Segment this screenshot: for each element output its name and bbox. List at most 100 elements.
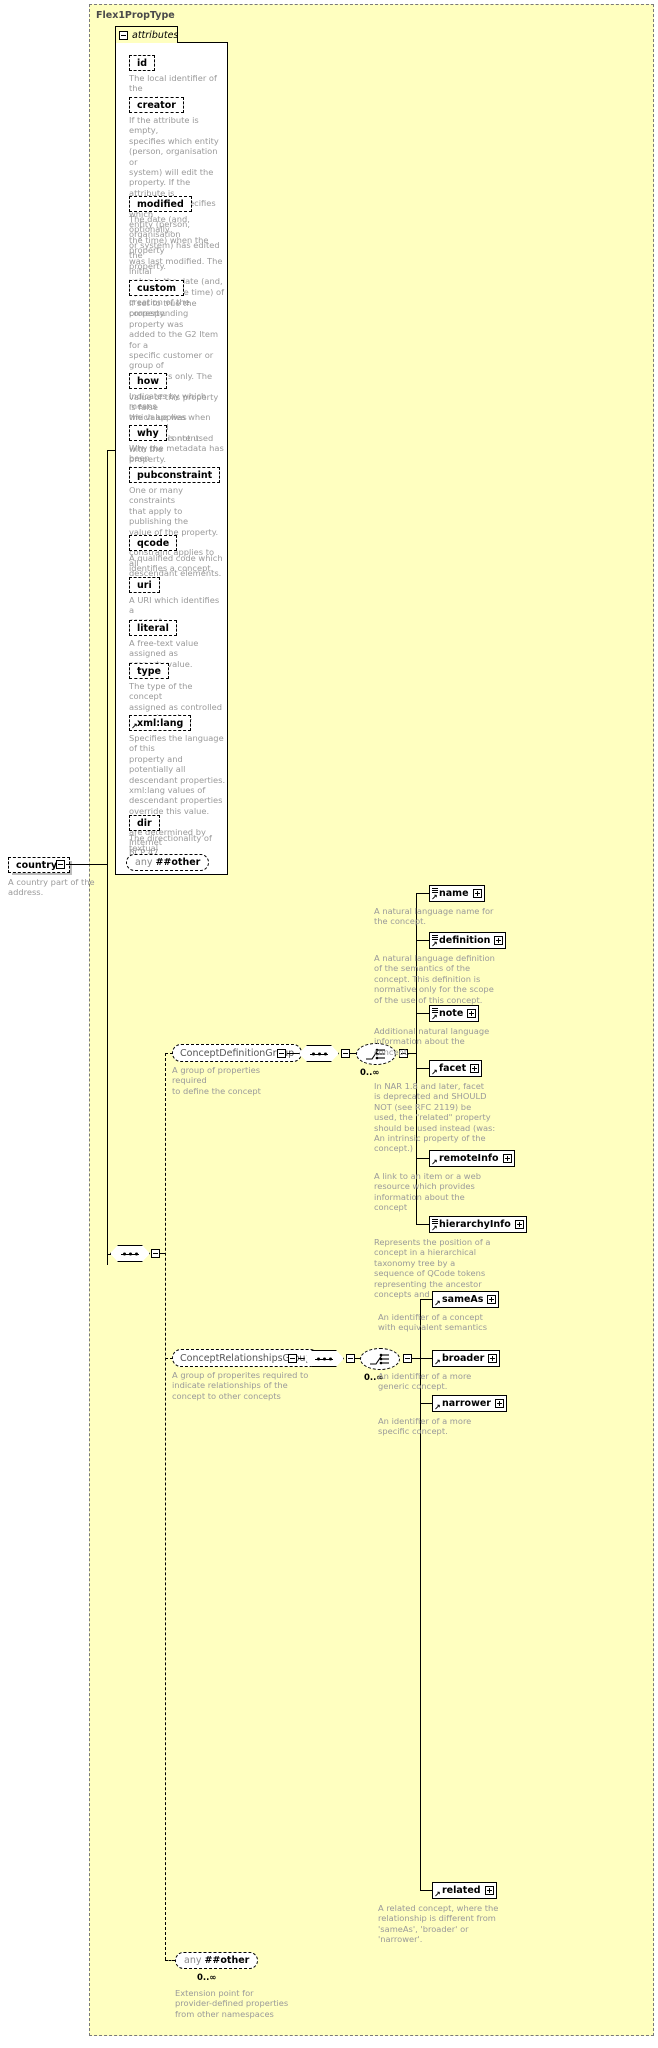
group2-sequence-connector[interactable] bbox=[304, 1350, 344, 1367]
branch-to-definition bbox=[416, 940, 429, 941]
expand-hierarchyinfo-icon[interactable] bbox=[514, 1220, 524, 1229]
dashed-group-spine bbox=[165, 1053, 166, 1960]
attribute-type[interactable]: type bbox=[129, 663, 171, 681]
attribute-label: uri bbox=[137, 579, 152, 591]
element-definition[interactable]: ↗ definition bbox=[429, 932, 510, 952]
element-label: narrower bbox=[442, 1398, 491, 1409]
sequence-stripes-icon bbox=[431, 887, 438, 893]
collapse-group2-choice-icon[interactable] bbox=[403, 1354, 412, 1363]
collapse-group2-sequence-icon[interactable] bbox=[346, 1354, 355, 1363]
expand-facet-icon[interactable] bbox=[470, 1064, 480, 1073]
attribute-id[interactable]: id bbox=[129, 55, 158, 73]
collapse-concept-relationships-group-icon[interactable] bbox=[288, 1354, 297, 1363]
attribute-label: dir bbox=[137, 817, 152, 829]
attributes-tab[interactable]: attributes bbox=[115, 26, 178, 43]
element-label: name bbox=[439, 888, 469, 899]
connector-group1-to-sequence bbox=[287, 1053, 299, 1054]
attribute-custom[interactable]: custom bbox=[129, 280, 187, 298]
element-label: remoteInfo bbox=[439, 1153, 499, 1164]
expand-remoteinfo-icon[interactable] bbox=[502, 1154, 512, 1163]
group1-cardinality-label: 0..∞ bbox=[360, 1068, 380, 1078]
connector-spine-to-root-sequence bbox=[107, 1254, 111, 1255]
connector-country-to-spine bbox=[66, 864, 107, 865]
element-narrower-description: An identifier of a more specific concept… bbox=[378, 1416, 472, 1437]
sequence-dot bbox=[312, 1052, 315, 1055]
attribute-label: pubconstraint bbox=[137, 469, 213, 481]
branch-to-broader bbox=[420, 1358, 432, 1359]
branch-to-extension-any bbox=[165, 1960, 175, 1961]
connector-spine-to-attributes bbox=[107, 450, 115, 451]
collapse-attributes-icon[interactable] bbox=[119, 30, 128, 40]
sequence-dot bbox=[318, 1052, 321, 1055]
branch-to-hierarchyinfo bbox=[416, 1224, 429, 1225]
expand-sameas-icon[interactable] bbox=[487, 1295, 497, 1304]
attribute-modified[interactable]: modified bbox=[129, 196, 194, 214]
element-label: country bbox=[16, 859, 58, 871]
connector-group2-choice-to-bus bbox=[412, 1358, 420, 1359]
attribute-why[interactable]: why bbox=[129, 425, 169, 443]
element-sameas[interactable]: ↗ sameAs bbox=[432, 1291, 503, 1311]
branch-to-narrower bbox=[420, 1403, 432, 1404]
collapse-country-icon[interactable] bbox=[56, 860, 65, 869]
element-note[interactable]: ↗ note bbox=[429, 1005, 483, 1025]
element-name[interactable]: ↗ name bbox=[429, 885, 488, 905]
reference-arrow-icon: ↗ bbox=[431, 940, 438, 949]
element-name-description: A natural language name for the concept. bbox=[374, 906, 494, 927]
group-concept-definition-description: A group of properties required to define… bbox=[172, 1065, 261, 1096]
expand-related-icon[interactable] bbox=[484, 1886, 494, 1895]
group-concept-relationships-description: A group of properites required to indica… bbox=[172, 1370, 309, 1401]
element-broader[interactable]: ↗ broader bbox=[432, 1350, 504, 1370]
expand-name-icon[interactable] bbox=[472, 889, 482, 898]
element-facet-description: In NAR 1.8 and later, facet is deprecate… bbox=[374, 1081, 496, 1154]
group1-sequence-connector[interactable] bbox=[299, 1045, 339, 1062]
attribute-creator[interactable]: creator bbox=[129, 97, 186, 115]
expand-definition-icon[interactable] bbox=[494, 936, 504, 945]
attribute-pubconstraint[interactable]: pubconstraint bbox=[129, 467, 223, 485]
element-remoteinfo[interactable]: ↗ remoteInfo bbox=[429, 1150, 517, 1170]
attribute-literal[interactable]: literal bbox=[129, 620, 179, 638]
reference-arrow-icon: ↗ bbox=[434, 1890, 441, 1899]
element-country-description: A country part of the address. bbox=[8, 877, 95, 898]
expand-note-icon[interactable] bbox=[467, 1009, 477, 1018]
attribute-how[interactable]: how bbox=[129, 373, 170, 391]
element-related[interactable]: ↗ related bbox=[432, 1882, 500, 1902]
attribute-label: how bbox=[137, 375, 160, 387]
attributes-any-other[interactable]: any ##other bbox=[126, 854, 213, 874]
reference-arrow-icon: ↗ bbox=[131, 722, 138, 731]
collapse-root-sequence-icon[interactable] bbox=[151, 1249, 160, 1258]
root-sequence-connector[interactable] bbox=[110, 1245, 150, 1262]
attribute-dir[interactable]: dir bbox=[129, 815, 162, 833]
extension-any-other[interactable]: any ##other bbox=[175, 1952, 262, 1972]
reference-arrow-icon: ↗ bbox=[431, 893, 438, 902]
attribute-label: creator bbox=[137, 99, 176, 111]
branch-to-remoteinfo bbox=[416, 1158, 429, 1159]
element-sameas-description: An identifier of a concept with equivale… bbox=[378, 1312, 488, 1333]
attribute-label: id bbox=[137, 57, 148, 69]
sequence-dot bbox=[123, 1252, 126, 1255]
branch-to-note bbox=[416, 1013, 429, 1014]
element-facet[interactable]: ↗ facet bbox=[429, 1060, 486, 1080]
element-hierarchyinfo[interactable]: ↗ hierarchyInfo bbox=[429, 1216, 530, 1236]
element-narrower[interactable]: ↗ narrower bbox=[432, 1395, 510, 1415]
attribute-label: xml:lang bbox=[137, 717, 184, 729]
attribute-qcode[interactable]: qcode bbox=[129, 535, 180, 553]
expand-narrower-icon[interactable] bbox=[494, 1399, 504, 1408]
element-note-description: Additional natural language information … bbox=[374, 1026, 490, 1057]
attribute-xml-lang[interactable]: ↗ xml:lang bbox=[129, 715, 194, 733]
reference-arrow-icon: ↗ bbox=[431, 1068, 438, 1077]
element-label: broader bbox=[442, 1353, 485, 1364]
choice-glyph-icon bbox=[370, 1353, 389, 1365]
attribute-uri[interactable]: uri bbox=[129, 577, 162, 595]
attributes-tab-label: attributes bbox=[132, 29, 179, 41]
expand-broader-icon[interactable] bbox=[488, 1354, 498, 1363]
collapse-group1-sequence-icon[interactable] bbox=[341, 1049, 350, 1058]
group2-choice-connector[interactable] bbox=[360, 1348, 404, 1374]
sequence-dot bbox=[324, 1052, 327, 1055]
attribute-label: type bbox=[137, 665, 161, 677]
reference-arrow-icon: ↗ bbox=[431, 1013, 438, 1022]
collapse-concept-definition-group-icon[interactable] bbox=[277, 1049, 286, 1058]
xsd-diagram-canvas: Flex1PropType attributes id The local id… bbox=[0, 0, 658, 2048]
attribute-qcode-description: A qualified code which identifies a conc… bbox=[129, 553, 223, 574]
reference-arrow-icon: ↗ bbox=[431, 1224, 438, 1233]
extension-any-description: Extension point for provider-defined pro… bbox=[175, 1988, 289, 2019]
